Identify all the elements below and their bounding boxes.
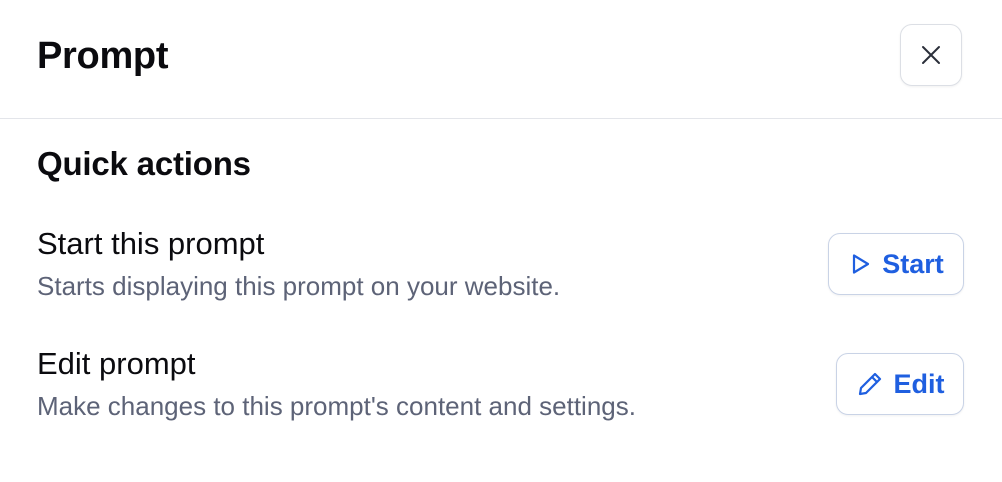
pencil-icon [856,370,884,398]
panel-title: Prompt [37,35,169,77]
edit-button[interactable]: Edit [836,353,964,415]
action-edit-prompt: Edit prompt Make changes to this prompt'… [37,344,964,434]
action-title: Edit prompt [37,346,196,381]
edit-button-label: Edit [893,368,945,399]
action-start-prompt: Start this prompt Starts displaying this… [37,224,964,314]
action-description: Make changes to this prompt's content an… [37,391,636,421]
panel-header: Prompt [0,0,1002,119]
action-title: Start this prompt [37,226,265,261]
quick-actions-heading: Quick actions [37,145,251,182]
close-button[interactable] [900,24,962,86]
start-button[interactable]: Start [828,233,964,295]
start-button-label: Start [882,248,944,279]
close-icon [920,44,942,66]
action-description: Starts displaying this prompt on your we… [37,271,561,301]
play-icon [848,252,872,276]
